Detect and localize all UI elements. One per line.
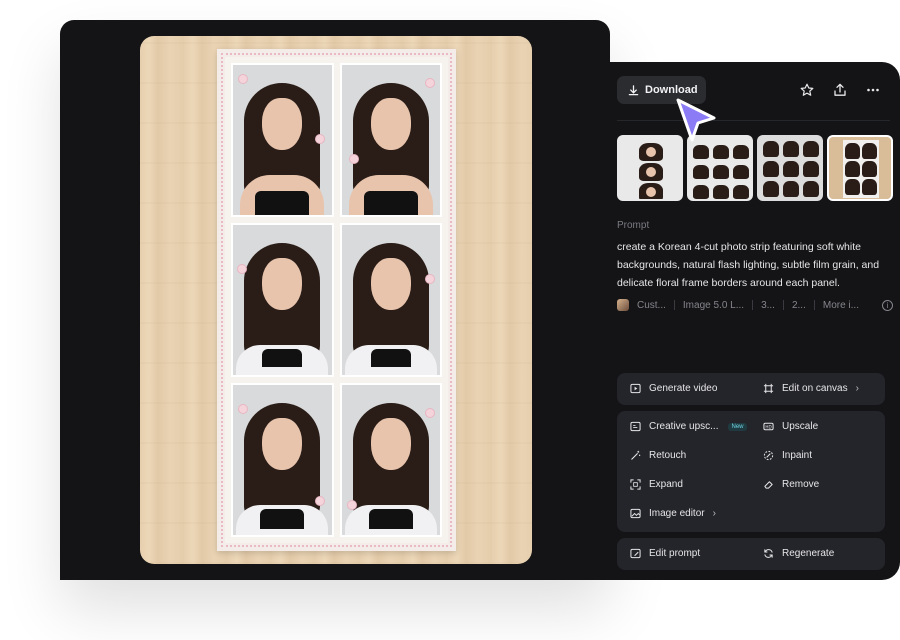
- expand-button[interactable]: Expand: [630, 479, 683, 490]
- meta-ratio: 3...: [761, 299, 775, 311]
- photo-strip: [217, 49, 456, 551]
- download-label: Download: [645, 84, 698, 96]
- generate-video-button[interactable]: Generate video: [630, 383, 717, 394]
- photo-panel: [231, 63, 334, 217]
- retouch-button[interactable]: Retouch: [630, 450, 686, 461]
- photo-panel: [339, 383, 442, 537]
- edit-tools-card: Creative upsc... New HD Upscale Retouch …: [617, 411, 885, 532]
- thumbnail-4-selected[interactable]: [827, 135, 893, 201]
- photo-panel: [339, 223, 442, 377]
- image-details-panel: Download Prompt create a Korean 4-cut ph…: [610, 62, 900, 580]
- new-badge: New: [728, 422, 747, 431]
- edit-prompt-button[interactable]: Edit prompt: [630, 548, 700, 559]
- info-icon[interactable]: i: [882, 299, 893, 311]
- chevron-right-icon: ›: [855, 383, 859, 394]
- meta-style[interactable]: Cust...: [637, 300, 666, 311]
- meta-resolution: 2...: [791, 299, 806, 311]
- play-icon: [630, 383, 641, 394]
- creative-upscale-button[interactable]: Creative upsc... New: [630, 421, 747, 432]
- magic-wand-icon: [630, 450, 641, 461]
- prompt-label: Prompt: [617, 220, 650, 231]
- edit-on-canvas-button[interactable]: Edit on canvas ›: [763, 383, 859, 394]
- upscale-icon: HD: [763, 421, 774, 432]
- video-canvas-card: Generate video Edit on canvas ›: [617, 373, 885, 405]
- photo-panel: [339, 63, 442, 217]
- thumbnail-3[interactable]: [757, 135, 823, 201]
- creative-upscale-icon: [630, 421, 641, 432]
- prompt-actions-card: Edit prompt Regenerate: [617, 538, 885, 570]
- refresh-icon: [763, 548, 774, 559]
- divider: [617, 120, 890, 121]
- star-icon[interactable]: [799, 82, 814, 97]
- image-editor-icon: [630, 508, 641, 519]
- variation-thumbnails: [617, 135, 893, 201]
- upscale-button[interactable]: HD Upscale: [763, 421, 818, 432]
- expand-icon: [630, 479, 641, 490]
- inpaint-button[interactable]: Inpaint: [763, 450, 812, 461]
- photo-panel: [231, 383, 334, 537]
- canvas-icon: [763, 383, 774, 394]
- download-icon: [628, 84, 639, 95]
- pointer-cursor-icon: [676, 98, 716, 142]
- style-thumbnail-icon: [617, 299, 629, 311]
- image-editor-button[interactable]: Image editor ›: [630, 508, 716, 519]
- share-icon[interactable]: [832, 82, 847, 97]
- remove-button[interactable]: Remove: [763, 479, 819, 490]
- photo-panel: [231, 223, 334, 377]
- regenerate-button[interactable]: Regenerate: [763, 548, 834, 559]
- generation-meta-row: Cust... Image 5.0 L... 3... 2... More i.…: [617, 299, 893, 311]
- edit-prompt-icon: [630, 548, 641, 559]
- prompt-text: create a Korean 4-cut photo strip featur…: [617, 241, 880, 289]
- chevron-right-icon: ›: [712, 508, 716, 519]
- svg-text:HD: HD: [765, 424, 771, 429]
- eraser-icon: [763, 479, 774, 490]
- inpaint-icon: [763, 450, 774, 461]
- meta-more-info[interactable]: More i...: [823, 300, 859, 311]
- meta-model[interactable]: Image 5.0 L...: [683, 300, 744, 311]
- more-icon[interactable]: [865, 82, 880, 97]
- generated-image[interactable]: [140, 36, 532, 564]
- image-preview-panel: [60, 20, 610, 580]
